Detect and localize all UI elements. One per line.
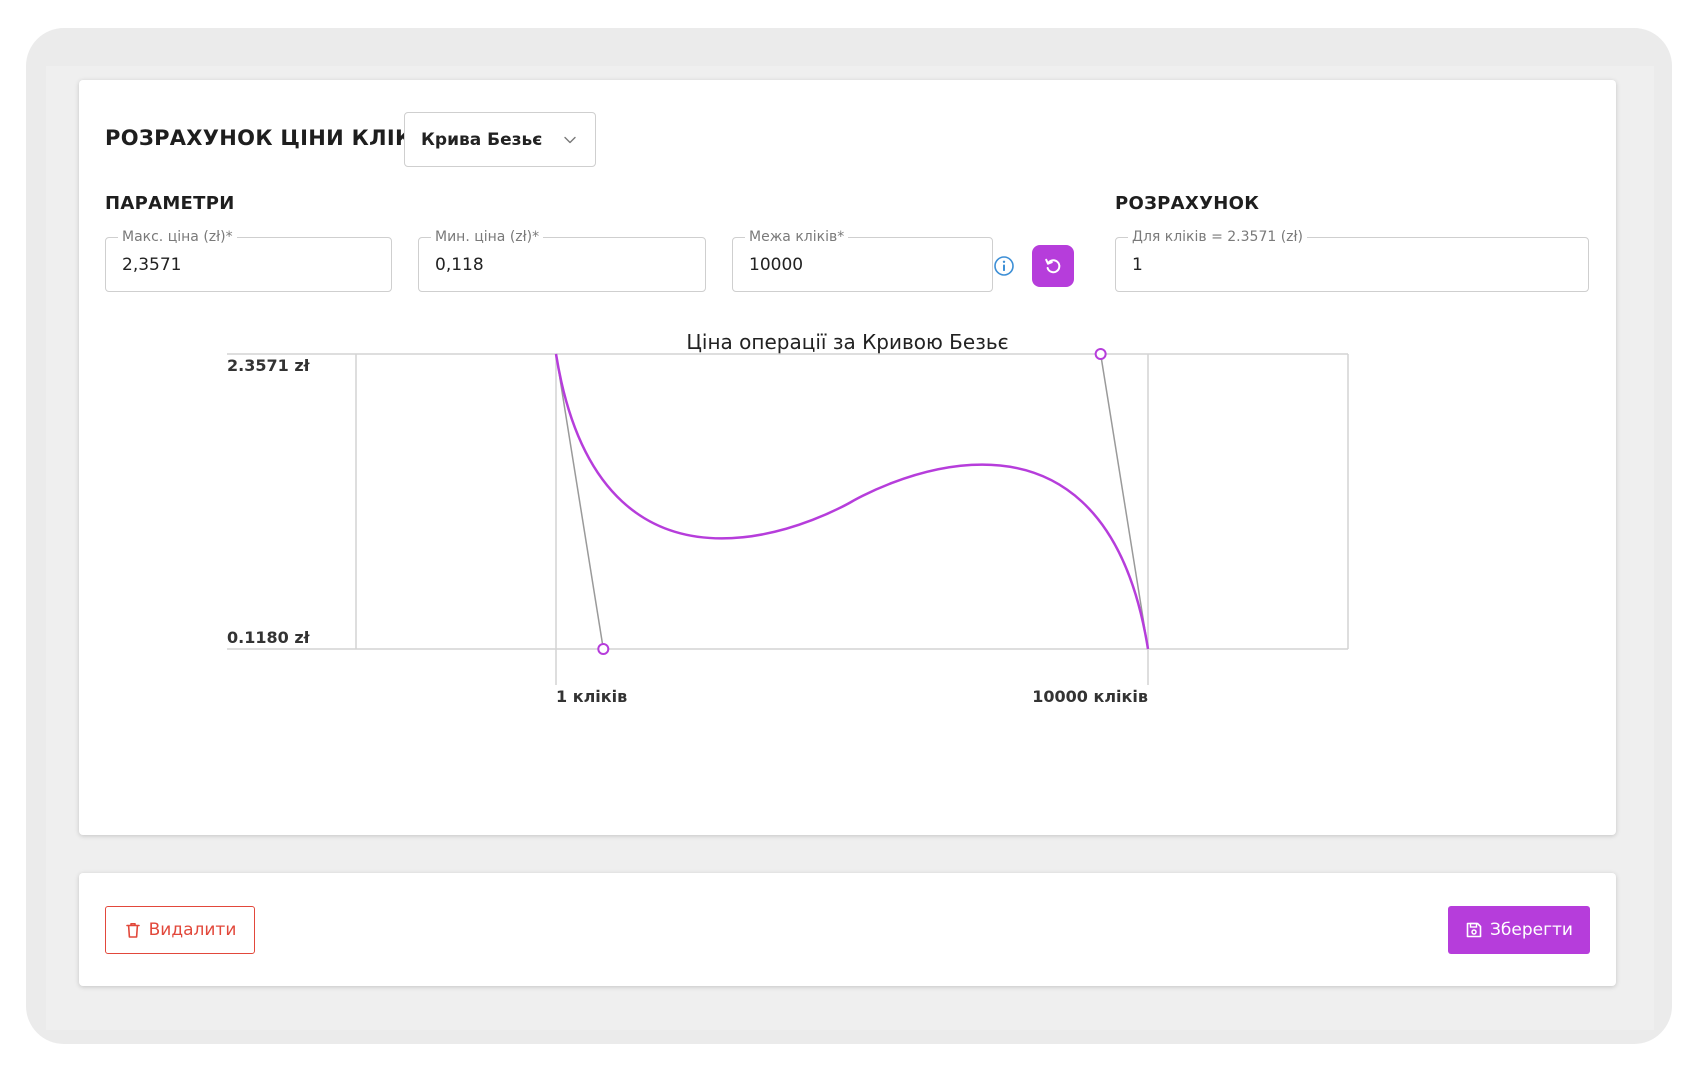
- bezier-chart: 2.3571 zł 0.1180 zł 1 кліків 10000 кліків: [227, 348, 1349, 706]
- delete-button-label: Видалити: [148, 920, 237, 940]
- x-tick-label-start: 1 кліків: [556, 687, 627, 706]
- control-handle-line-end: [1099, 353, 1149, 650]
- floppy-disk-icon: [1466, 922, 1482, 938]
- y-tick-label-max: 2.3571 zł: [227, 356, 311, 375]
- control-point-end[interactable]: [1094, 348, 1107, 360]
- delete-button[interactable]: Видалити: [105, 906, 255, 954]
- x-tick-label-end: 10000 кліків: [1032, 687, 1148, 706]
- save-button-label: Зберегти: [1490, 920, 1573, 940]
- trash-icon: [125, 923, 140, 938]
- control-point-start[interactable]: [597, 643, 610, 655]
- control-handle-line-start: [555, 353, 605, 650]
- save-button[interactable]: Зберегти: [1448, 906, 1590, 954]
- price-curve: [554, 353, 1150, 650]
- y-tick-label-min: 0.1180 zł: [227, 628, 311, 647]
- actions-card: Видалити Зберегти: [79, 873, 1616, 986]
- price-calculation-card: РОЗРАХУНОК ЦІНИ КЛІКА Крива Безьє ПАРАМЕ…: [79, 80, 1616, 835]
